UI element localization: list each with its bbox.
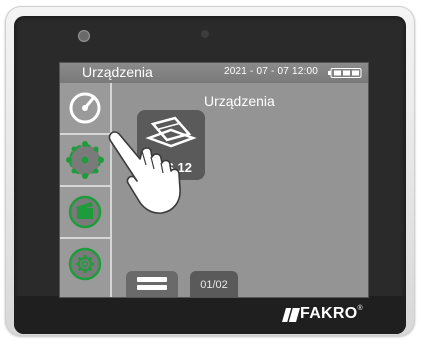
devices-icon — [69, 92, 101, 124]
brand-name: FAKRO® — [300, 305, 363, 322]
groups-icon — [66, 141, 104, 179]
list-icon — [137, 277, 167, 290]
fakro-logo: FAKRO® — [282, 305, 382, 325]
fakro-logo-mark-icon — [282, 308, 300, 323]
scenarios-icon — [68, 195, 102, 229]
page-title: Urządzenia — [204, 93, 275, 109]
status-datetime: 2021 - 07 - 07 12:00 — [224, 66, 319, 77]
battery-icon — [328, 68, 362, 78]
touch-screen: Urządzenia 2021 - 07 - 07 12:00 Urządzen… — [59, 62, 369, 298]
hand-pointer-icon — [108, 131, 181, 214]
light-sensor-icon — [78, 30, 90, 42]
list-tab[interactable] — [126, 271, 178, 297]
page-indicator[interactable]: 01/02 — [190, 271, 238, 297]
sidebar — [60, 83, 112, 297]
status-bar: Urządzenia 2021 - 07 - 07 12:00 — [60, 63, 368, 83]
status-title: Urządzenia — [82, 64, 153, 80]
indicator-led — [201, 30, 209, 38]
gear-icon — [68, 247, 102, 281]
sidebar-item-devices[interactable] — [60, 83, 110, 135]
sidebar-item-groups[interactable] — [60, 135, 110, 187]
sidebar-item-settings[interactable] — [60, 239, 110, 289]
sidebar-item-scenarios[interactable] — [60, 187, 110, 239]
